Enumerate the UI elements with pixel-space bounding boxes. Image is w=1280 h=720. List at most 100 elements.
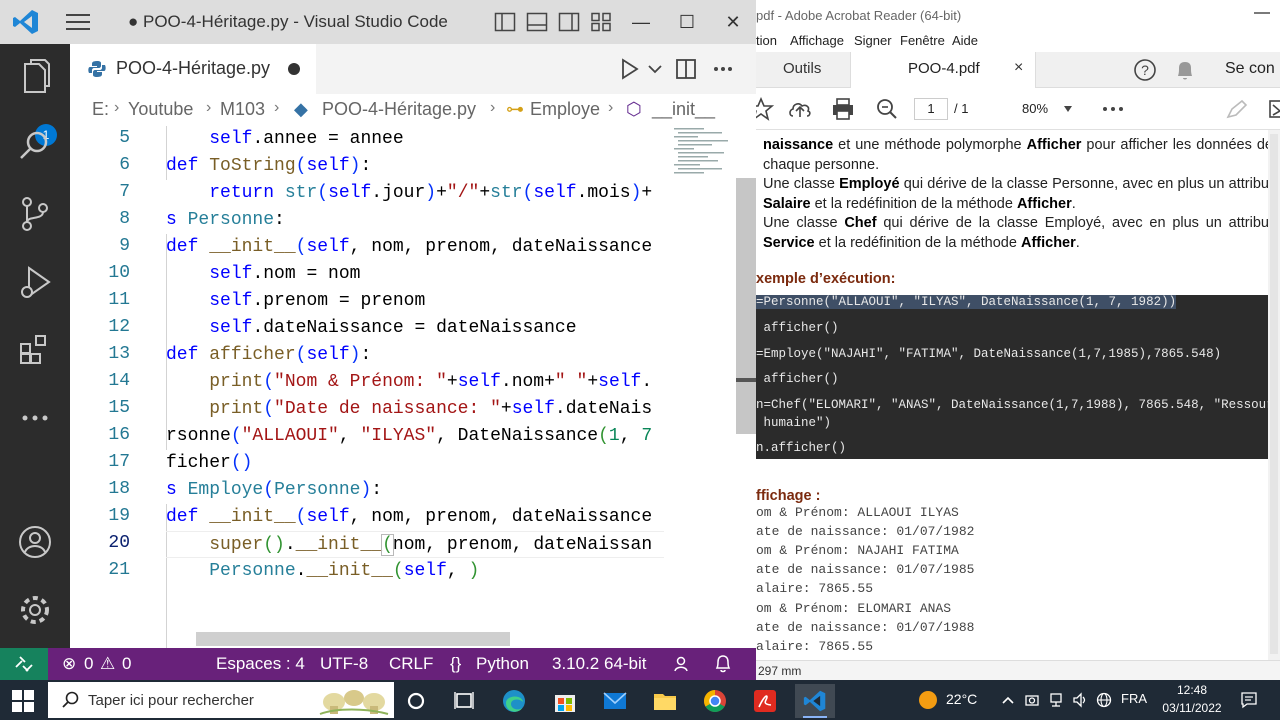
feedback-icon[interactable] <box>672 655 690 673</box>
split-editor-icon[interactable] <box>673 56 699 82</box>
notifications-bell-icon[interactable] <box>1173 58 1197 82</box>
clock-date[interactable]: 03/11/2022 <box>1152 701 1232 715</box>
run-debug-icon[interactable] <box>15 262 55 302</box>
breadcrumb-folder-youtube[interactable]: Youtube <box>128 99 193 120</box>
minimize-icon[interactable]: — <box>626 8 656 36</box>
extensions-icon[interactable] <box>15 330 55 370</box>
tab-outils[interactable]: Outils <box>756 52 848 87</box>
error-icon[interactable]: ⊗ <box>62 654 76 674</box>
toggle-secondary-sidebar-icon[interactable] <box>558 11 580 33</box>
breadcrumb-method[interactable]: __init__ <box>652 99 715 120</box>
network-icon[interactable] <box>1048 692 1064 708</box>
pdf-scrollbar-thumb[interactable] <box>1270 134 1278 654</box>
clock-time[interactable]: 12:48 <box>1152 683 1232 697</box>
warning-icon[interactable]: ⚠ <box>100 654 115 674</box>
activity-bar: 1 <box>0 44 70 648</box>
indentation-status[interactable]: Espaces : 4 <box>216 654 305 674</box>
close-icon[interactable]: ✕ <box>718 8 748 36</box>
warning-count[interactable]: 0 <box>122 654 131 674</box>
pdf-output-line: om & Prénom: ALLAOUI ILYAS <box>756 505 959 520</box>
tab-document[interactable]: POO-4.pdf × <box>850 52 1036 88</box>
minimap[interactable] <box>666 126 738 186</box>
unsaved-dot-icon[interactable] <box>288 63 300 75</box>
file-explorer-icon[interactable] <box>645 684 685 718</box>
language-mode[interactable]: Python <box>476 654 529 674</box>
chevron-down-icon[interactable] <box>642 56 668 82</box>
toggle-panel-icon[interactable] <box>526 11 548 33</box>
vscode-logo-icon <box>803 690 826 712</box>
vertical-scrollbar[interactable] <box>736 178 756 434</box>
windows-start-icon[interactable] <box>12 690 34 712</box>
volume-icon[interactable] <box>1072 692 1088 708</box>
zoom-search-icon[interactable] <box>874 97 900 121</box>
remote-indicator-button[interactable] <box>0 648 48 680</box>
more-icon[interactable] <box>15 398 55 438</box>
explorer-icon[interactable] <box>15 58 55 98</box>
action-center-icon[interactable] <box>1240 691 1258 709</box>
encoding-status[interactable]: UTF-8 <box>320 654 368 674</box>
vscode-taskbar-button[interactable] <box>795 684 835 718</box>
menu-aide[interactable]: Aide <box>952 33 978 48</box>
help-icon[interactable]: ? <box>1133 58 1157 82</box>
taskbar-search-box[interactable]: Taper ici pour rechercher <box>48 682 394 718</box>
breadcrumb-class[interactable]: Employe <box>530 99 600 120</box>
code-area[interactable]: self.annee = annee def ToString(self): r… <box>166 126 664 648</box>
search-highlight-illustration-icon <box>319 690 389 715</box>
task-view-icon[interactable] <box>444 684 484 718</box>
menu-icon[interactable] <box>66 12 90 32</box>
tab-poo-4-heritage[interactable]: POO-4-Héritage.py <box>70 44 316 94</box>
chevron-up-icon[interactable] <box>1000 692 1016 708</box>
notifications-bell-icon[interactable] <box>714 654 732 674</box>
pdf-vertical-scrollbar[interactable] <box>1268 130 1280 660</box>
globe-language-icon[interactable] <box>1096 692 1112 708</box>
sign-pen-icon[interactable] <box>1224 97 1250 121</box>
code-editor[interactable]: 5 6 7 8 9 10 11 12 13 14 15 16 17 18 19 20 21 self.annee… <box>70 126 756 648</box>
breadcrumb-drive[interactable]: E: <box>92 99 109 120</box>
camera-icon[interactable] <box>1024 692 1040 708</box>
menu-fenetre[interactable]: Fenêtre <box>900 33 945 48</box>
acrobat-reader-icon[interactable] <box>745 684 785 718</box>
maximize-icon[interactable]: ☐ <box>672 8 702 36</box>
breadcrumb-folder-m103[interactable]: M103 <box>220 99 265 120</box>
code-line: def __init__(self, nom, prenom, dateNais… <box>166 237 653 257</box>
braces-icon[interactable]: {} <box>450 654 461 674</box>
run-file-icon[interactable] <box>616 56 642 82</box>
share-icon[interactable] <box>1268 97 1280 121</box>
page-number-input[interactable]: 1 <box>914 98 948 120</box>
bookmark-star-icon[interactable] <box>756 97 774 121</box>
gear-icon[interactable] <box>15 590 55 630</box>
line-number-gutter: 5 6 7 8 9 10 11 12 13 14 15 16 17 18 19 20 21 <box>70 126 140 648</box>
interpreter-status[interactable]: 3.10.2 64-bit <box>552 654 647 674</box>
menu-affichage[interactable]: Affichage <box>790 33 844 48</box>
line-number: 19 <box>108 506 130 526</box>
mail-icon[interactable] <box>595 684 635 718</box>
cortana-icon[interactable] <box>396 684 436 718</box>
line-number: 12 <box>108 317 130 337</box>
search-icon[interactable] <box>15 126 55 166</box>
sign-in-link[interactable]: Se con <box>1225 60 1275 78</box>
pdf-document-view[interactable]: naissance et une méthode polymorphe Affi… <box>756 130 1280 660</box>
upload-cloud-icon[interactable] <box>787 97 813 121</box>
microsoft-store-icon[interactable] <box>545 684 585 718</box>
accounts-icon[interactable] <box>15 522 55 562</box>
weather-sun-icon[interactable] <box>918 690 938 710</box>
close-tab-icon[interactable]: × <box>1014 59 1023 77</box>
chrome-browser-icon[interactable] <box>695 684 735 718</box>
minimize-icon[interactable] <box>1252 6 1272 20</box>
breadcrumb-file[interactable]: POO-4-Héritage.py <box>322 99 476 120</box>
zoom-dropdown[interactable]: 80% <box>1012 98 1082 120</box>
edge-browser-icon[interactable] <box>494 684 534 718</box>
customize-layout-icon[interactable] <box>590 11 612 33</box>
eol-status[interactable]: CRLF <box>389 654 433 674</box>
error-count[interactable]: 0 <box>84 654 93 674</box>
print-icon[interactable] <box>830 97 856 121</box>
menu-signer[interactable]: Signer <box>854 33 892 48</box>
horizontal-scrollbar[interactable] <box>196 632 510 646</box>
more-tools-icon[interactable] <box>1100 97 1126 121</box>
weather-temperature[interactable]: 22°C <box>946 691 977 707</box>
source-control-icon[interactable] <box>15 194 55 234</box>
menu-edition[interactable]: tion <box>756 33 777 48</box>
more-actions-icon[interactable] <box>710 56 736 82</box>
toggle-sidebar-icon[interactable] <box>494 11 516 33</box>
input-language[interactable]: FRA <box>1121 691 1147 706</box>
